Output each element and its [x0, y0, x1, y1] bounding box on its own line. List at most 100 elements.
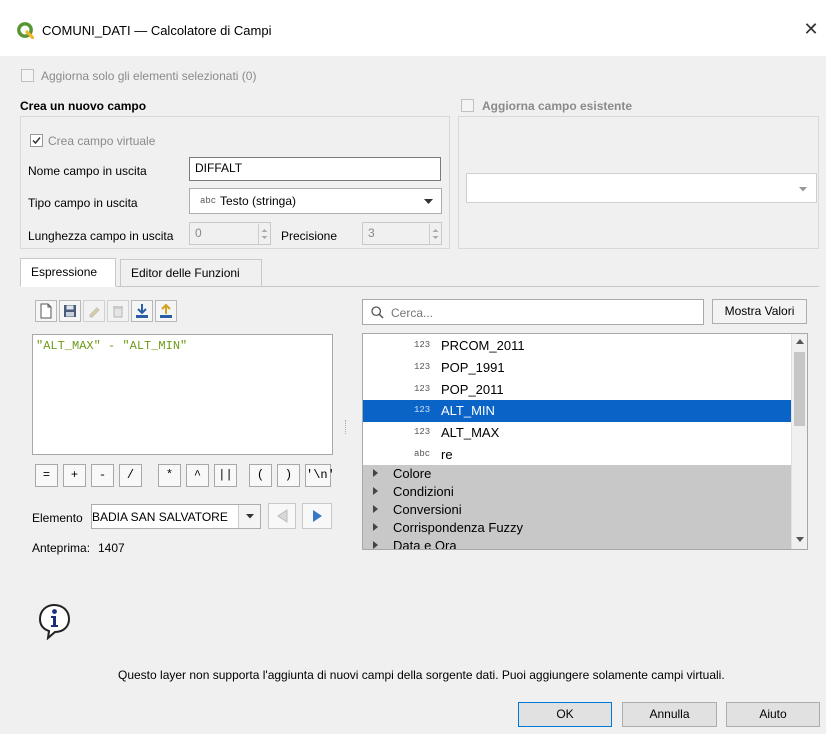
download-icon[interactable] — [131, 300, 153, 322]
function-group-item[interactable]: Conversioni — [363, 501, 791, 519]
operator-newline-button[interactable]: '\n' — [305, 464, 335, 487]
function-group-label: Colore — [393, 466, 432, 481]
delete-icon[interactable] — [107, 300, 129, 322]
length-spin-arrows-icon[interactable] — [258, 224, 269, 244]
chevron-down-icon — [424, 199, 433, 204]
feature-label: Elemento — [32, 511, 83, 525]
operator-plus-button[interactable]: + — [63, 464, 86, 487]
virtual-field-label: Crea campo virtuale — [48, 134, 156, 148]
help-button[interactable]: Aiuto — [726, 702, 820, 727]
expand-arrow-icon — [373, 523, 378, 531]
output-name-value: DIFFALT — [195, 161, 243, 175]
function-group-label: Conversioni — [393, 502, 462, 517]
function-group-item[interactable]: Colore — [363, 465, 791, 483]
operator-close-paren-button[interactable]: ) — [277, 464, 300, 487]
feature-combo-dropdown[interactable] — [238, 505, 260, 528]
operator-minus-button[interactable]: - — [91, 464, 114, 487]
cancel-button[interactable]: Annulla — [622, 702, 717, 727]
function-group-label: Data e Ora — [393, 538, 457, 550]
qgis-logo-icon — [17, 22, 35, 40]
update-selected-label: Aggiorna solo gli elementi selezionati (… — [41, 69, 257, 83]
type-tag: abc — [200, 196, 217, 206]
list-item[interactable]: 123 POP_1991 — [363, 357, 791, 379]
upload-icon[interactable] — [155, 300, 177, 322]
show-values-button[interactable]: Mostra Valori — [712, 299, 807, 324]
scroll-up-icon[interactable] — [796, 339, 804, 344]
search-placeholder: Cerca... — [391, 306, 434, 320]
window-title: COMUNI_DATI — Calcolatore di Campi — [42, 23, 272, 38]
output-length-value: 0 — [195, 226, 202, 240]
scrollbar-thumb[interactable] — [794, 352, 805, 426]
feature-combo[interactable]: BADIA SAN SALVATORE — [91, 504, 261, 529]
splitter-handle[interactable] — [345, 420, 347, 434]
operator-multiply-button[interactable]: * — [158, 464, 181, 487]
list-item[interactable]: 123 ALT_MAX — [363, 422, 791, 444]
scroll-down-icon[interactable] — [796, 537, 804, 542]
output-type-label: Tipo campo in uscita — [28, 196, 138, 210]
precision-spin-arrows-icon[interactable] — [429, 224, 440, 244]
virtual-field-checkbox[interactable] — [30, 134, 43, 147]
update-selected-checkbox[interactable] — [21, 69, 34, 82]
tree-scrollbar[interactable] — [791, 334, 807, 549]
field-type-tag: abc — [414, 449, 431, 459]
tab-function-editor-label: Editor delle Funzioni — [131, 266, 240, 280]
operator-power-button[interactable]: ^ — [186, 464, 209, 487]
expression-editor[interactable]: "ALT_MAX" - "ALT_MIN" — [32, 334, 333, 455]
operator-concat-button[interactable]: || — [214, 464, 237, 487]
list-item[interactable]: abc re — [363, 444, 791, 466]
function-tree: 123 PRCOM_2011 123 POP_1991 123 POP_2011… — [362, 333, 808, 550]
output-name-label: Nome campo in uscita — [28, 164, 147, 178]
output-type-value: Testo (stringa) — [220, 194, 297, 208]
output-length-spinbox[interactable]: 0 — [189, 222, 271, 245]
operator-open-paren-button[interactable]: ( — [249, 464, 272, 487]
chevron-down-icon — [799, 187, 807, 192]
new-file-icon[interactable] — [35, 300, 57, 322]
field-name: PRCOM_2011 — [441, 338, 525, 353]
search-icon — [371, 306, 384, 319]
field-type-tag: 123 — [414, 362, 431, 372]
info-icon — [34, 600, 74, 641]
expand-arrow-icon — [373, 469, 378, 477]
function-group-item[interactable]: Corrispondenza Fuzzy — [363, 519, 791, 537]
next-feature-button[interactable] — [302, 503, 332, 529]
field-name: POP_2011 — [441, 382, 504, 397]
save-icon[interactable] — [59, 300, 81, 322]
list-item-selected[interactable]: 123 ALT_MIN — [363, 400, 791, 422]
function-group-label: Condizioni — [393, 484, 454, 499]
tab-function-editor[interactable]: Editor delle Funzioni — [120, 259, 262, 287]
list-item[interactable]: 123 POP_2011 — [363, 379, 791, 401]
field-name: re — [441, 447, 453, 462]
function-group-item[interactable]: Data e Ora — [363, 537, 791, 550]
previous-feature-button[interactable] — [268, 503, 296, 529]
function-group-label: Corrispondenza Fuzzy — [393, 520, 524, 535]
precision-spinbox[interactable]: 3 — [362, 222, 442, 245]
field-name: ALT_MAX — [441, 425, 500, 440]
output-name-input[interactable]: DIFFALT — [189, 157, 441, 181]
operator-divide-button[interactable]: / — [119, 464, 142, 487]
ok-button[interactable]: OK — [518, 702, 612, 727]
update-existing-header: Aggiorna campo esistente — [482, 99, 633, 113]
output-type-combo[interactable]: abc Testo (stringa) — [189, 188, 442, 214]
chevron-down-icon — [246, 514, 254, 519]
expand-arrow-icon — [373, 541, 378, 549]
feature-value: BADIA SAN SALVATORE — [92, 510, 228, 524]
field-name: ALT_MIN — [441, 403, 495, 418]
tab-expression[interactable]: Espressione — [20, 258, 116, 287]
tab-expression-label: Espressione — [31, 265, 98, 279]
search-input[interactable]: Cerca... — [362, 299, 704, 325]
preview-value: 1407 — [98, 541, 125, 555]
expression-text: "ALT_MAX" - "ALT_MIN" — [36, 339, 188, 353]
list-item[interactable]: 123 PRCOM_2011 — [363, 335, 791, 357]
field-type-tag: 123 — [414, 340, 431, 350]
field-type-tag: 123 — [414, 427, 431, 437]
edit-icon[interactable] — [83, 300, 105, 322]
operator-equals-button[interactable]: = — [35, 464, 58, 487]
field-name: POP_1991 — [441, 360, 505, 375]
field-type-tag: 123 — [414, 405, 431, 415]
arrow-left-icon — [277, 509, 288, 523]
close-icon[interactable]: ✕ — [800, 18, 822, 40]
output-length-label: Lunghezza campo in uscita — [28, 229, 174, 243]
update-existing-checkbox[interactable] — [461, 99, 474, 112]
existing-field-combo[interactable] — [466, 173, 817, 203]
function-group-item[interactable]: Condizioni — [363, 483, 791, 501]
